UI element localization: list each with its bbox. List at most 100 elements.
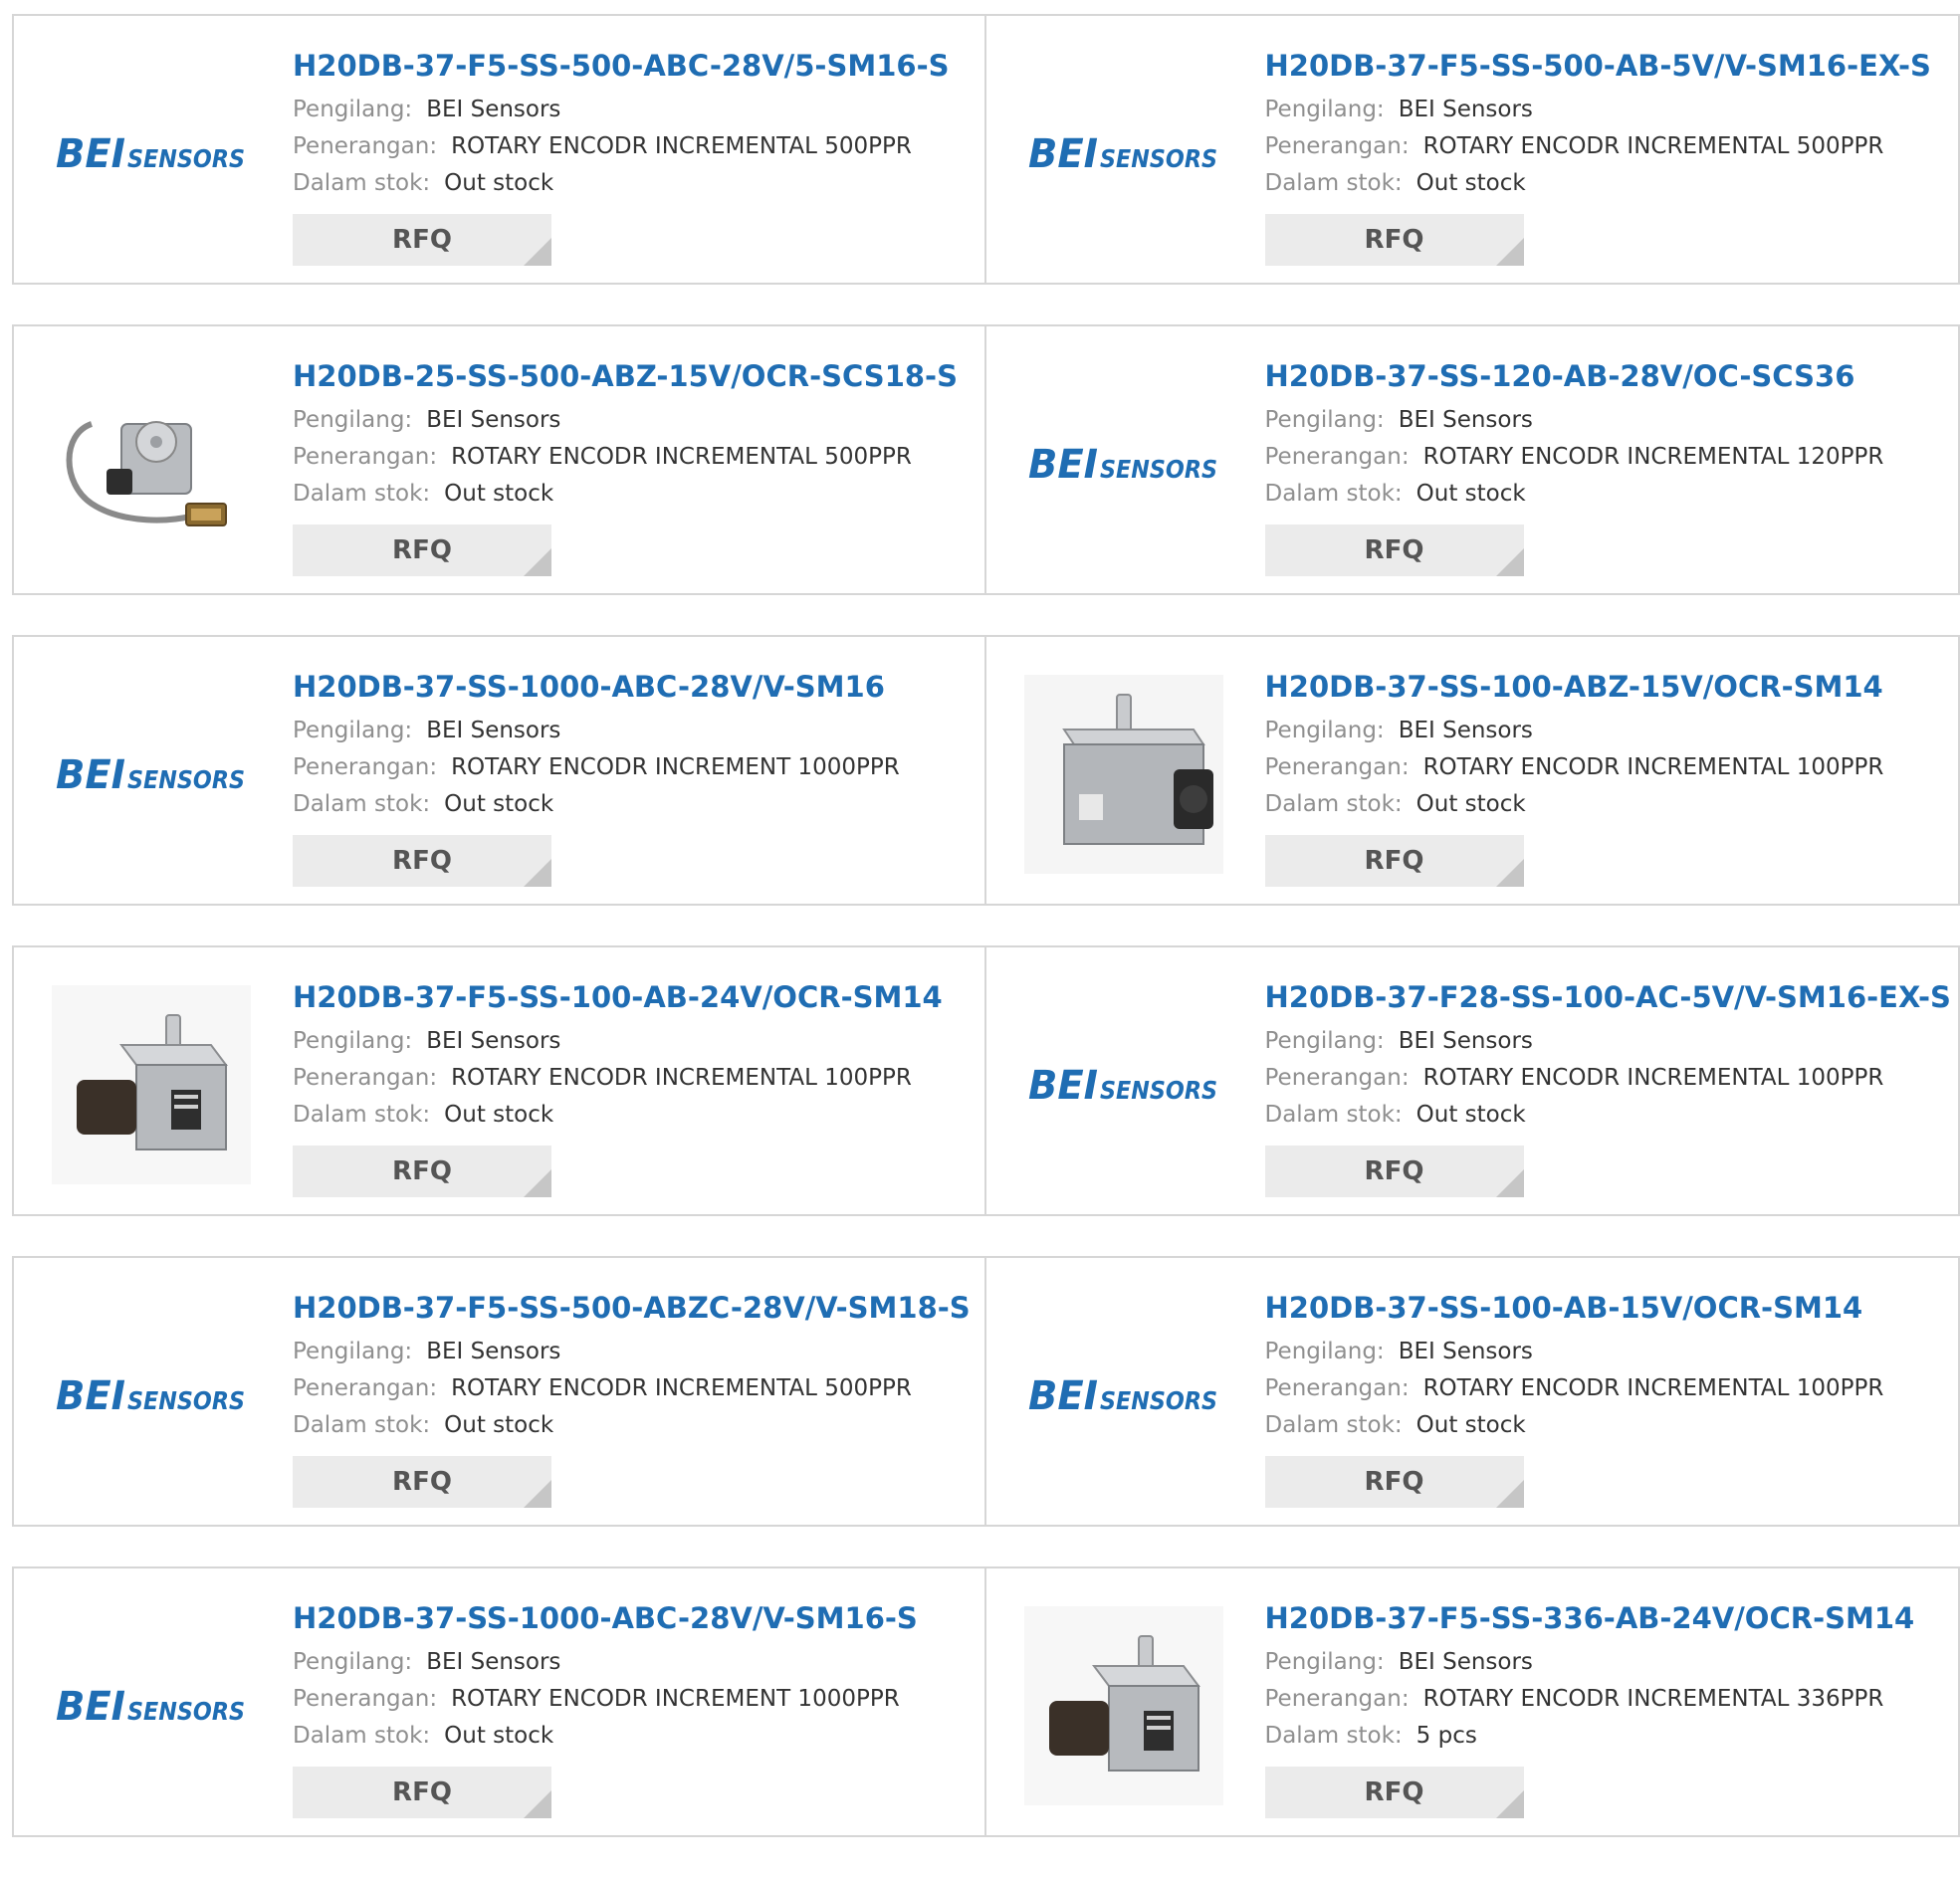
- part-number-link[interactable]: H20DB-37-SS-100-ABZ-15V/OCR-SM14: [1265, 667, 1884, 707]
- rfq-button[interactable]: RFQ: [293, 524, 551, 576]
- description-row: Penerangan:ROTARY ENCODR INCREMENTAL 100…: [1265, 1370, 1884, 1407]
- rfq-button[interactable]: RFQ: [1265, 1146, 1524, 1197]
- rfq-button[interactable]: RFQ: [293, 1767, 551, 1818]
- description-row: Penerangan:ROTARY ENCODR INCREMENTAL 120…: [1265, 439, 1884, 476]
- stock-value: Out stock: [1416, 1102, 1526, 1128]
- logo-bei-text: BEI: [56, 1684, 125, 1728]
- product-image[interactable]: [52, 364, 251, 563]
- description-row: Penerangan:ROTARY ENCODR INCREMENT 1000P…: [293, 1681, 918, 1718]
- product-image[interactable]: [1024, 675, 1223, 874]
- manufacturer-value: BEI Sensors: [426, 718, 560, 743]
- rfq-button[interactable]: RFQ: [1265, 835, 1524, 887]
- stock-label: Dalam stok:: [1265, 791, 1403, 817]
- part-number-link[interactable]: H20DB-37-SS-120-AB-28V/OC-SCS36: [1265, 356, 1884, 396]
- corner-fold-icon: [1496, 238, 1524, 266]
- bei-sensors-logo: BEISENSORS: [54, 1373, 249, 1417]
- encoder-side-photo: [52, 985, 251, 1184]
- part-number-link[interactable]: H20DB-37-F5-SS-336-AB-24V/OCR-SM14: [1265, 1598, 1915, 1638]
- manufacturer-row: Pengilang:BEI Sensors: [293, 713, 900, 749]
- stock-label: Dalam stok:: [293, 170, 430, 196]
- manufacturer-row: Pengilang:BEI Sensors: [1265, 1644, 1915, 1681]
- description-row: Penerangan:ROTARY ENCODR INCREMENTAL 500…: [293, 439, 958, 476]
- corner-fold-icon: [1496, 1169, 1524, 1197]
- description-label: Penerangan:: [1265, 1065, 1410, 1091]
- stock-row: Dalam stok:Out stock: [293, 1407, 971, 1444]
- rfq-button[interactable]: RFQ: [293, 1146, 551, 1197]
- bei-sensors-logo: BEISENSORS: [54, 752, 249, 796]
- manufacturer-value: BEI Sensors: [1399, 1649, 1533, 1675]
- logo-bei-text: BEI: [1028, 1373, 1098, 1417]
- part-number-link[interactable]: H20DB-37-SS-1000-ABC-28V/V-SM16: [293, 667, 900, 707]
- product-info: H20DB-37-F5-SS-500-AB-5V/V-SM16-EX-S Pen…: [1265, 46, 1931, 266]
- product-image[interactable]: BEISENSORS: [1024, 985, 1223, 1184]
- description-row: Penerangan:ROTARY ENCODR INCREMENTAL 500…: [293, 128, 950, 165]
- product-image[interactable]: BEISENSORS: [1024, 54, 1223, 253]
- manufacturer-label: Pengilang:: [293, 1028, 412, 1054]
- manufacturer-label: Pengilang:: [1265, 97, 1385, 122]
- rfq-button[interactable]: RFQ: [1265, 214, 1524, 266]
- manufacturer-row: Pengilang:BEI Sensors: [1265, 713, 1884, 749]
- rfq-button[interactable]: RFQ: [1265, 1456, 1524, 1508]
- logo-bei-text: BEI: [1028, 1063, 1098, 1107]
- product-card: H20DB-37-F5-SS-100-AB-24V/OCR-SM14 Pengi…: [12, 945, 986, 1216]
- manufacturer-label: Pengilang:: [1265, 1339, 1385, 1364]
- part-number-link[interactable]: H20DB-25-SS-500-ABZ-15V/OCR-SCS18-S: [293, 356, 958, 396]
- part-number-link[interactable]: H20DB-37-SS-100-AB-15V/OCR-SM14: [1265, 1288, 1884, 1328]
- stock-value: Out stock: [444, 170, 553, 196]
- product-image[interactable]: BEISENSORS: [52, 54, 251, 253]
- product-image[interactable]: BEISENSORS: [52, 675, 251, 874]
- description-value: ROTARY ENCODR INCREMENTAL 100PPR: [1423, 1065, 1884, 1091]
- description-value: ROTARY ENCODR INCREMENTAL 336PPR: [1423, 1686, 1884, 1712]
- stock-label: Dalam stok:: [1265, 1102, 1403, 1128]
- stock-row: Dalam stok:Out stock: [1265, 1407, 1884, 1444]
- stock-label: Dalam stok:: [293, 481, 430, 507]
- rfq-button-label: RFQ: [392, 846, 452, 876]
- part-number-link[interactable]: H20DB-37-SS-1000-ABC-28V/V-SM16-S: [293, 1598, 918, 1638]
- description-value: ROTARY ENCODR INCREMENT 1000PPR: [451, 1686, 900, 1712]
- rfq-button[interactable]: RFQ: [1265, 1767, 1524, 1818]
- product-card: BEISENSORS H20DB-37-SS-1000-ABC-28V/V-SM…: [12, 635, 986, 906]
- rfq-button[interactable]: RFQ: [293, 1456, 551, 1508]
- corner-fold-icon: [524, 548, 551, 576]
- product-image[interactable]: [1024, 1606, 1223, 1805]
- product-image[interactable]: [52, 985, 251, 1184]
- logo-bei-text: BEI: [56, 1373, 125, 1417]
- rfq-button[interactable]: RFQ: [1265, 524, 1524, 576]
- part-number-link[interactable]: H20DB-37-F28-SS-100-AC-5V/V-SM16-EX-S: [1265, 977, 1951, 1017]
- part-number-link[interactable]: H20DB-37-F5-SS-500-ABC-28V/5-SM16-S: [293, 46, 950, 86]
- part-number-link[interactable]: H20DB-37-F5-SS-100-AB-24V/OCR-SM14: [293, 977, 943, 1017]
- rfq-button[interactable]: RFQ: [293, 835, 551, 887]
- corner-fold-icon: [524, 1480, 551, 1508]
- product-image[interactable]: BEISENSORS: [52, 1606, 251, 1805]
- product-image[interactable]: BEISENSORS: [1024, 364, 1223, 563]
- encoder-side-photo: [1024, 1606, 1223, 1805]
- stock-label: Dalam stok:: [1265, 170, 1403, 196]
- description-row: Penerangan:ROTARY ENCODR INCREMENTAL 100…: [293, 1060, 943, 1097]
- encoder-front-photo: [1024, 675, 1223, 874]
- rfq-button-label: RFQ: [392, 1467, 452, 1497]
- logo-sensors-text: SENSORS: [127, 765, 245, 794]
- product-image[interactable]: BEISENSORS: [52, 1296, 251, 1495]
- product-card: BEISENSORS H20DB-37-F5-SS-500-ABC-28V/5-…: [12, 14, 986, 285]
- bei-sensors-logo: BEISENSORS: [1026, 1373, 1221, 1417]
- rfq-button-label: RFQ: [1365, 1467, 1424, 1497]
- manufacturer-label: Pengilang:: [293, 1649, 412, 1675]
- stock-value: Out stock: [444, 481, 553, 507]
- manufacturer-label: Pengilang:: [1265, 718, 1385, 743]
- corner-fold-icon: [524, 1790, 551, 1818]
- product-grid: BEISENSORS H20DB-37-F5-SS-500-ABC-28V/5-…: [12, 14, 1960, 1877]
- part-number-link[interactable]: H20DB-37-F5-SS-500-AB-5V/V-SM16-EX-S: [1265, 46, 1931, 86]
- part-number-link[interactable]: H20DB-37-F5-SS-500-ABZC-28V/V-SM18-S: [293, 1288, 971, 1328]
- rfq-button-label: RFQ: [1365, 225, 1424, 255]
- description-value: ROTARY ENCODR INCREMENTAL 120PPR: [1423, 444, 1884, 470]
- rfq-button[interactable]: RFQ: [293, 214, 551, 266]
- corner-fold-icon: [1496, 1790, 1524, 1818]
- description-row: Penerangan:ROTARY ENCODR INCREMENTAL 100…: [1265, 749, 1884, 786]
- description-label: Penerangan:: [1265, 133, 1410, 159]
- product-image[interactable]: BEISENSORS: [1024, 1296, 1223, 1495]
- corner-fold-icon: [524, 859, 551, 887]
- stock-value: 5 pcs: [1416, 1723, 1477, 1749]
- product-info: H20DB-37-F5-SS-100-AB-24V/OCR-SM14 Pengi…: [293, 977, 943, 1197]
- manufacturer-value: BEI Sensors: [426, 1339, 560, 1364]
- manufacturer-row: Pengilang:BEI Sensors: [1265, 1334, 1884, 1370]
